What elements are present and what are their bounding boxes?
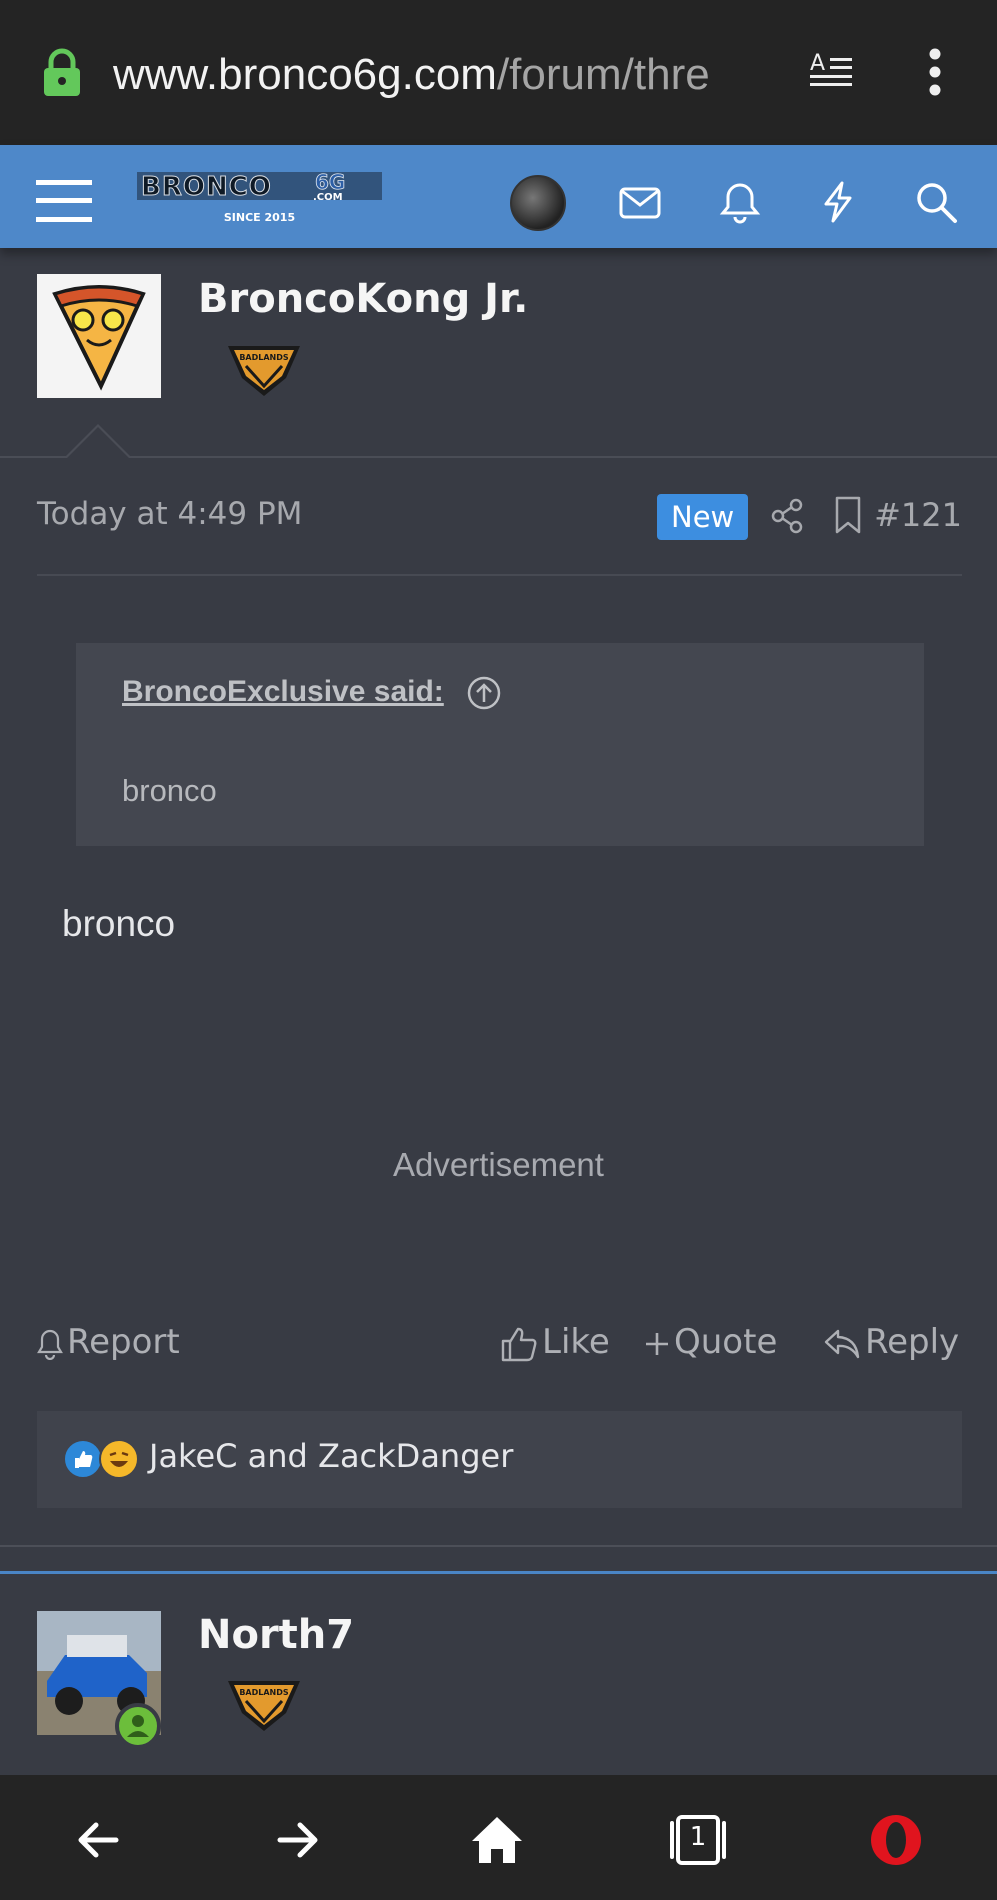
post-meta: Today at 4:49 PM New #121 (37, 490, 962, 542)
back-arrow-icon[interactable] (72, 1813, 126, 1867)
url-path: /forum/thre (496, 50, 710, 99)
svg-text:BRONCO: BRONCO (141, 172, 272, 202)
reader-mode-icon[interactable]: A (808, 50, 854, 92)
hamburger-menu-icon[interactable] (36, 180, 92, 222)
thumbs-up-icon (501, 1327, 537, 1361)
badlands-badge-icon: BADLANDS (228, 1681, 300, 1731)
advertisement-label: Advertisement (393, 1146, 604, 1183)
tabs-button[interactable]: 1 (666, 1813, 730, 1867)
post-author-header: BroncoKong Jr. BADLANDS (0, 262, 997, 457)
opera-menu-icon[interactable] (868, 1813, 924, 1867)
quote-button[interactable]: Quote (644, 1316, 777, 1368)
author-avatar[interactable] (37, 274, 161, 398)
pizza-avatar-image (52, 285, 146, 391)
post-timestamp[interactable]: Today at 4:49 PM (37, 496, 302, 532)
laugh-reaction-icon (99, 1439, 139, 1479)
lightning-icon[interactable] (816, 180, 860, 224)
bell-icon[interactable] (718, 180, 762, 224)
reactions-text: JakeC and ZackDanger (149, 1437, 514, 1475)
svg-text:6G: 6G (315, 170, 345, 194)
header-divider (0, 456, 997, 458)
like-reaction-icon (63, 1439, 103, 1479)
share-icon[interactable] (770, 498, 804, 534)
svg-text:.COM: .COM (313, 192, 343, 203)
reply-label: Reply (865, 1322, 960, 1362)
browser-bottom-nav: 1 (0, 1775, 997, 1900)
svg-text:A: A (810, 51, 825, 76)
mail-icon[interactable] (618, 180, 662, 224)
like-label: Like (542, 1322, 610, 1362)
url-domain: www.bronco6g.com (113, 50, 497, 99)
post-body: bronco (62, 903, 176, 944)
logo-since: SINCE 2015 (223, 211, 296, 224)
site-logo[interactable]: BRONCO 6G .COM SINCE 2015 (137, 167, 382, 227)
more-menu-icon[interactable] (925, 48, 945, 96)
plus-icon (646, 1332, 668, 1355)
badlands-badge-icon: BADLANDS (228, 346, 300, 396)
tab-count: 1 (689, 1822, 707, 1852)
bookmark-icon[interactable] (834, 496, 862, 534)
quote-label: Quote (674, 1322, 778, 1362)
online-status-icon (115, 1703, 161, 1749)
lock-icon (44, 48, 80, 96)
post-number-link[interactable]: #121 (874, 496, 962, 534)
post-actions: Report Like Quote Reply (37, 1316, 962, 1368)
svg-text:BADLANDS: BADLANDS (239, 1688, 289, 1697)
like-button[interactable]: Like (500, 1316, 610, 1368)
browser-address-bar: www.bronco6g.com/forum/thre A (0, 0, 997, 145)
url-field[interactable]: www.bronco6g.com/forum/thre (113, 48, 783, 102)
reply-arrow-icon (824, 1329, 860, 1358)
post-separator-accent (0, 1571, 997, 1574)
author-username[interactable]: BroncoKong Jr. (198, 276, 528, 322)
post-separator (0, 1545, 997, 1547)
site-header: BRONCO 6G .COM SINCE 2015 (0, 145, 997, 248)
author-username[interactable]: North7 (198, 1612, 354, 1658)
quote-block: BroncoExclusive said: bronco (76, 643, 924, 846)
reply-button[interactable]: Reply (823, 1316, 959, 1368)
forward-arrow-icon[interactable] (270, 1813, 324, 1867)
logo-wordmark: BRONCO 6G .COM (137, 170, 382, 203)
report-label: Report (67, 1322, 180, 1362)
reactions-bar[interactable]: JakeC and ZackDanger (37, 1411, 962, 1508)
svg-text:BADLANDS: BADLANDS (239, 353, 289, 362)
search-icon[interactable] (914, 180, 958, 224)
quote-author-link[interactable]: BroncoExclusive said: (122, 675, 444, 709)
home-icon[interactable] (470, 1813, 524, 1867)
new-badge: New (657, 494, 749, 540)
user-avatar[interactable] (510, 175, 566, 231)
report-button[interactable]: Report (37, 1316, 180, 1368)
quote-text: bronco (122, 773, 217, 808)
arrow-up-circle-icon[interactable] (466, 675, 502, 711)
bell-icon (37, 1329, 63, 1360)
meta-divider (37, 574, 962, 576)
